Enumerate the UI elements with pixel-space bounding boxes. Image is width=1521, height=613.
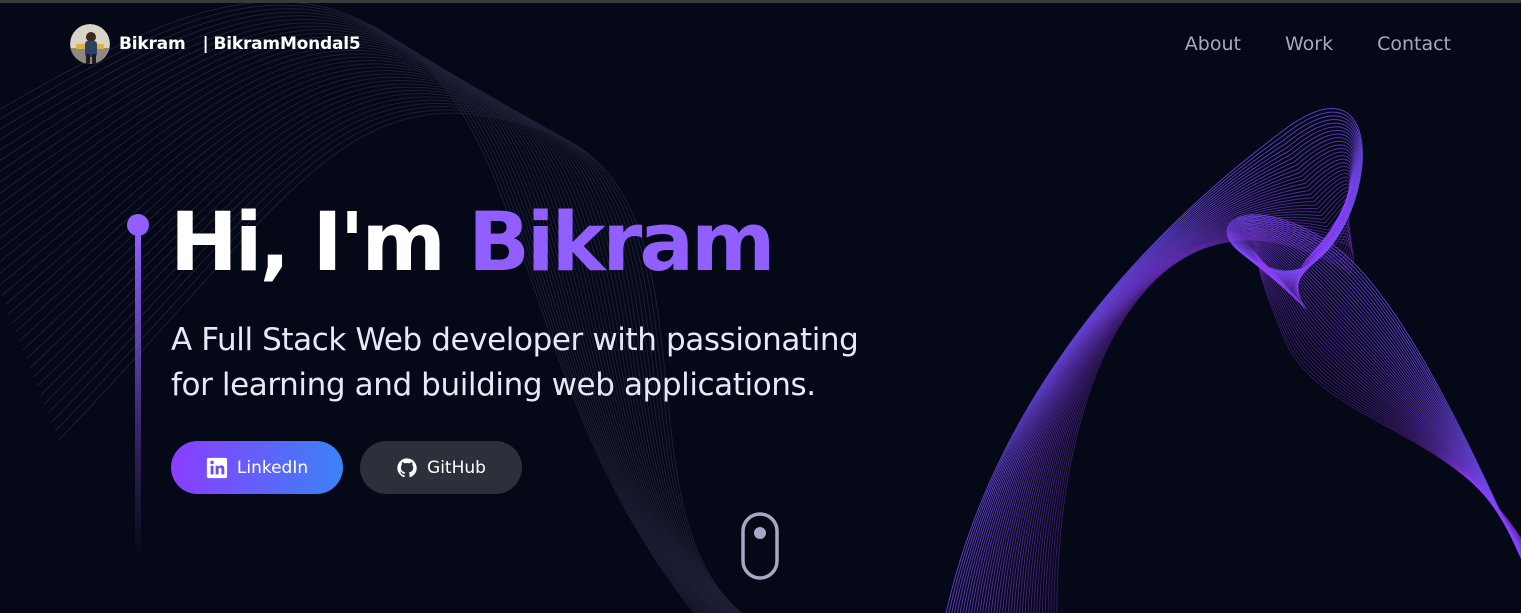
github-button[interactable]: GitHub: [360, 441, 522, 494]
github-icon: [397, 457, 417, 477]
hero-name: Bikram: [468, 196, 775, 290]
brand-handle: BikramMondal5: [213, 34, 361, 54]
hero-subtitle-line1: A Full Stack Web developer with passiona…: [171, 322, 859, 358]
nav-links: About Work Contact: [1185, 33, 1451, 55]
page: Bikram | BikramMondal5 About Work Contac…: [0, 0, 1521, 613]
brand-logo-link[interactable]: Bikram | BikramMondal5: [70, 24, 361, 64]
hero-greeting: Hi, I'm: [170, 196, 469, 290]
hero-title: Hi, I'm Bikram: [170, 196, 775, 290]
navbar: Bikram | BikramMondal5 About Work Contac…: [0, 3, 1521, 87]
nav-link-contact[interactable]: Contact: [1377, 33, 1451, 55]
github-button-label: GitHub: [427, 457, 486, 478]
avatar: [70, 24, 110, 64]
hero-accent-line: [135, 231, 141, 561]
brand-separator: |: [202, 34, 209, 54]
hero-subtitle: A Full Stack Web developer with passiona…: [171, 318, 971, 408]
hero-subtitle-line2: for learning and building web applicatio…: [171, 367, 816, 403]
nav-link-work[interactable]: Work: [1285, 33, 1333, 55]
linkedin-button[interactable]: LinkedIn: [171, 441, 343, 494]
mouse-scroll-icon[interactable]: [740, 511, 780, 581]
linkedin-icon: [206, 457, 227, 478]
nav-link-about[interactable]: About: [1185, 33, 1241, 55]
brand-name: Bikram: [119, 34, 186, 54]
linkedin-button-label: LinkedIn: [236, 457, 309, 478]
